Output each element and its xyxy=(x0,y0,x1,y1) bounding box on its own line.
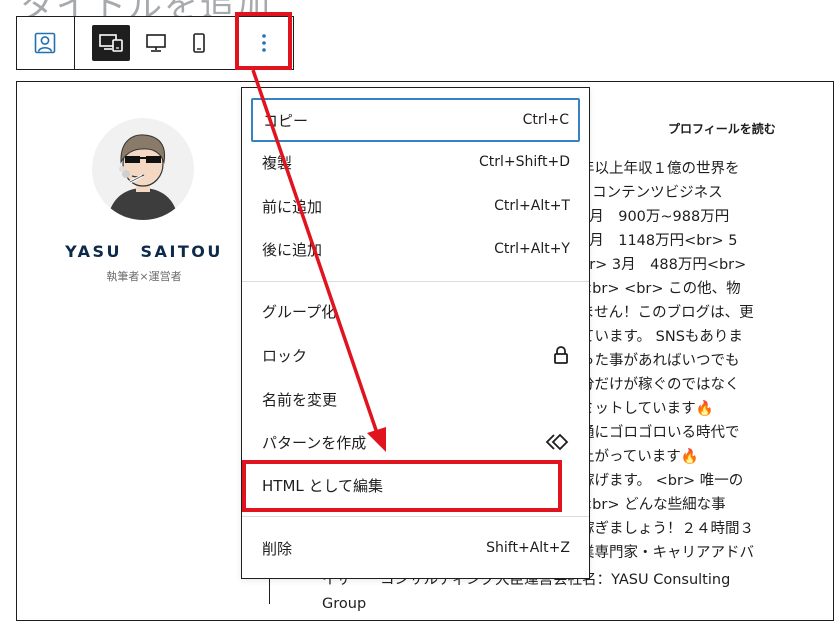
profile-role: 執筆者×運営者 xyxy=(106,270,182,283)
profile-text-line: 6月 1148万円<br> 5 xyxy=(580,233,738,249)
avatar-illustration xyxy=(108,134,178,220)
menu-item-shortcut: Ctrl+Shift+D xyxy=(479,154,570,170)
lock-icon xyxy=(552,345,570,365)
menu-item-label: コピー xyxy=(263,111,309,130)
device-mobile-button[interactable] xyxy=(181,25,217,61)
menu-item-label: パターンを作成 xyxy=(262,433,367,452)
menu-item-shift-alt-z[interactable]: 削除 Shift+Alt+Z xyxy=(251,526,580,570)
profile-text-line: <br> どんな些細な事 xyxy=(580,497,726,513)
menu-item-g1-0[interactable]: グループ化 xyxy=(251,289,580,333)
profile-text-line: ×コンテンツビジネス xyxy=(580,185,723,201)
annotation-box-html-edit xyxy=(242,460,562,512)
profile-text-line: <br> <br> この他、物 xyxy=(580,281,741,297)
device-all-button[interactable] xyxy=(92,25,130,61)
menu-item-label: 後に追加 xyxy=(262,240,323,259)
profile-text-line: 年以上年収１億の世界を xyxy=(580,161,740,177)
profile-text: 年以上年収１億の世界を ×コンテンツビジネス 8月 900万~988万円 6月 114… xyxy=(580,157,780,565)
fire-emoji-icon: 🔥 xyxy=(695,401,714,417)
profile-text-line: 上がっています🔥 xyxy=(580,449,699,465)
menu-item-ctrl-shift-d[interactable]: 複製 Ctrl+Shift+D xyxy=(251,140,580,184)
annotation-box-options xyxy=(235,12,292,70)
profile-text-line: br> 3月 488万円<br> xyxy=(580,257,747,273)
block-type-button[interactable] xyxy=(27,26,63,60)
menu-item-label: 複製 xyxy=(262,153,293,172)
user-profile-icon xyxy=(34,32,56,54)
profile-text-line: Group xyxy=(322,596,367,612)
fire-emoji-icon: 🔥 xyxy=(680,449,699,465)
menu-item-shortcut: Ctrl+C xyxy=(522,112,569,128)
profile-text-line: 稼げます。 <br> 唯一の xyxy=(580,473,744,489)
toolbar-separator xyxy=(74,17,75,69)
menu-item-ctrl-c[interactable]: コピー Ctrl+C xyxy=(251,98,580,142)
profile-text-line: 通にゴロゴロいる時代で xyxy=(580,425,740,441)
menu-separator xyxy=(242,516,589,517)
menu-item-label: 前に追加 xyxy=(262,197,323,216)
menu-item-shortcut: Ctrl+Alt+Y xyxy=(494,241,570,257)
menu-item-shortcut: Ctrl+Alt+T xyxy=(494,198,570,214)
profile-text-line: 分だけが稼ぐのではなく xyxy=(580,377,740,393)
pattern-diamond-icon xyxy=(544,432,570,452)
menu-item-label: ロック xyxy=(262,346,308,365)
profile-read-link[interactable]: プロフィールを読む xyxy=(668,120,776,137)
profile-text-line: ています。 SNSもありま xyxy=(580,329,743,345)
profile-text-line: ミットしています🔥 xyxy=(580,401,714,417)
profile-text-line: 8月 900万~988万円 xyxy=(580,209,730,225)
menu-item-label: 名前を変更 xyxy=(262,390,338,409)
avatar xyxy=(92,118,194,220)
menu-item-shortcut: Shift+Alt+Z xyxy=(486,540,570,556)
profile-name: YASU SAITOU xyxy=(65,242,223,261)
mobile-icon xyxy=(193,33,205,53)
menu-item-ctrl-alt-y[interactable]: 後に追加 Ctrl+Alt+Y xyxy=(251,227,580,271)
profile-text-line: 稼ぎましょう！２４時間３ xyxy=(580,521,754,537)
device-desktop-button[interactable] xyxy=(138,25,174,61)
menu-item-g1-2[interactable]: 名前を変更 xyxy=(251,377,580,421)
menu-separator xyxy=(242,281,589,282)
profile-text-line: った事があればいつでも xyxy=(580,353,740,369)
desktop-tablet-mobile-icon xyxy=(99,34,123,52)
block-options-menu: コピー Ctrl+C 複製 Ctrl+Shift+D 前に追加 Ctrl+Alt+T 後に追… xyxy=(241,87,590,579)
menu-item-label: グループ化 xyxy=(262,302,337,321)
menu-item-label: 削除 xyxy=(262,539,293,558)
menu-item-g1-1[interactable]: ロック xyxy=(251,333,580,377)
menu-item-g1-3[interactable]: パターンを作成 xyxy=(251,420,580,464)
menu-item-ctrl-alt-t[interactable]: 前に追加 Ctrl+Alt+T xyxy=(251,184,580,228)
desktop-icon xyxy=(146,34,166,52)
profile-text-line: 業専門家・キャリアアドバ xyxy=(580,545,754,561)
profile-text-line: ません！このブログは、更 xyxy=(580,305,754,321)
